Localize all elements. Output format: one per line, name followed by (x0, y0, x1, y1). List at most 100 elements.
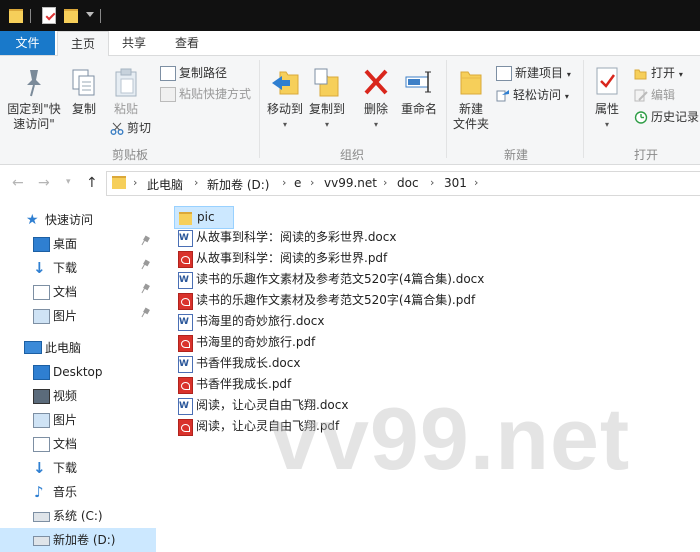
edit-icon (634, 89, 648, 102)
delete-x-icon (361, 66, 391, 98)
nav-item-downloads[interactable]: ↓ 下载 (0, 256, 156, 280)
nav-item-pictures[interactable]: 图片 (0, 304, 156, 328)
open-label: 打开 (651, 66, 676, 80)
tab-file[interactable]: 文件 (0, 31, 55, 55)
copy-to-label: 复制到 (308, 102, 345, 116)
folder-icon[interactable] (9, 9, 23, 23)
new-item-icon (496, 66, 512, 81)
pin-to-quick-access-button[interactable]: 固定到"快 速访问" (4, 68, 64, 132)
nav-item-music[interactable]: ♪ 音乐 (0, 480, 156, 504)
new-folder-icon[interactable] (64, 9, 78, 23)
ribbon-tabs: 文件 主页 共享 查看 (0, 31, 700, 57)
group-divider (583, 60, 584, 158)
folder-icon (179, 212, 192, 225)
chevron-down-icon: ▾ (282, 120, 287, 129)
watermark: vv99.net (270, 389, 631, 488)
pdf-icon (178, 293, 193, 310)
pin-icon (141, 237, 152, 249)
copy-path-button[interactable]: 复制路径 (160, 64, 227, 82)
properties-check-icon[interactable] (42, 7, 56, 24)
pin-icon (141, 285, 152, 297)
properties-button[interactable]: 属性 ▾ (588, 66, 626, 132)
nav-item-drive-d[interactable]: 新加卷 (D:) (0, 528, 156, 552)
new-folder-label-line1: 新建 (458, 102, 483, 116)
new-item-button[interactable]: 新建项目 ▾ (496, 64, 571, 82)
clipboard-group-label: 剪贴板 (111, 148, 148, 162)
tab-home[interactable]: 主页 (57, 31, 109, 57)
music-icon: ♪ (34, 483, 44, 501)
move-to-label: 移动到 (266, 102, 303, 116)
back-arrow-icon[interactable]: ← (12, 175, 24, 191)
move-to-button[interactable]: 移动到 ▾ (264, 66, 306, 132)
word-document-icon (178, 272, 193, 289)
pin-icon (141, 309, 152, 321)
address-bar[interactable]: › 此电脑 › 新加卷 (D:) › e › vv99.net › doc › … (106, 171, 700, 196)
breadcrumb-drive-d[interactable]: 新加卷 (D:) (207, 176, 269, 193)
nav-item-documents[interactable]: 文档 (0, 432, 156, 456)
pin-label-line1: 固定到"快 (7, 102, 61, 116)
breadcrumb-separator: › (282, 176, 287, 189)
paste-shortcut-button[interactable]: 粘贴快捷方式 (160, 85, 251, 103)
nav-item-label: 文档 (53, 437, 78, 451)
breadcrumb-separator: › (383, 176, 388, 189)
nav-this-pc-label: 此电脑 (45, 341, 82, 355)
new-folder-label-line2: 文件夹 (452, 117, 489, 131)
new-folder-button[interactable]: 新建 文件夹 (450, 66, 492, 132)
nav-item-videos[interactable]: 视频 (0, 384, 156, 408)
easy-access-button[interactable]: 轻松访问 ▾ (496, 86, 569, 104)
nav-item-drive-c[interactable]: 系统 (C:) (0, 504, 156, 528)
copy-icon (71, 68, 97, 98)
nav-quick-access[interactable]: ★ 快速访问 (0, 208, 156, 232)
tab-share[interactable]: 共享 (110, 31, 158, 55)
nav-item-pictures[interactable]: 图片 (0, 408, 156, 432)
nav-item-documents[interactable]: 文档 (0, 280, 156, 304)
forward-arrow-icon[interactable]: → (38, 175, 50, 191)
breadcrumb-doc[interactable]: doc (397, 176, 419, 190)
group-divider (259, 60, 260, 158)
nav-this-pc[interactable]: 此电脑 (0, 336, 156, 360)
drive-icon (33, 512, 50, 522)
copy-to-button[interactable]: 复制到 ▾ (306, 66, 348, 132)
nav-item-desktop[interactable]: 桌面 (0, 232, 156, 256)
open-group-label: 打开 (633, 148, 658, 162)
documents-icon (33, 437, 50, 452)
pdf-icon (178, 419, 193, 436)
desktop-icon (33, 237, 50, 252)
new-group-label: 新建 (503, 148, 528, 162)
cut-label: 剪切 (127, 121, 152, 135)
list-item-folder[interactable]: pic (174, 206, 234, 229)
nav-item-desktop[interactable]: Desktop (0, 360, 156, 384)
documents-icon (33, 285, 50, 300)
customize-dropdown-icon[interactable] (86, 12, 94, 17)
rename-button[interactable]: 重命名 (398, 66, 440, 117)
nav-item-label: 下载 (53, 261, 78, 275)
paste-shortcut-label: 粘贴快捷方式 (179, 87, 252, 101)
history-button[interactable]: 历史记录 (634, 108, 699, 126)
pictures-icon (33, 413, 50, 428)
copy-path-label: 复制路径 (179, 66, 228, 80)
paste-button[interactable]: 粘贴 (106, 68, 146, 117)
nav-item-label: 图片 (53, 413, 78, 427)
cut-button[interactable]: 剪切 (110, 119, 151, 137)
breadcrumb-separator: › (474, 176, 479, 189)
breadcrumb-this-pc[interactable]: 此电脑 (147, 176, 183, 193)
breadcrumb-301[interactable]: 301 (444, 176, 467, 190)
edit-button[interactable]: 编辑 (634, 86, 675, 104)
breadcrumb-vv99[interactable]: vv99.net (324, 176, 377, 190)
breadcrumb-e[interactable]: e (294, 176, 301, 190)
tab-view[interactable]: 查看 (162, 31, 212, 55)
navigation-pane: ★ 快速访问 桌面 ↓ 下载 文档 图片 此电脑 Desktop 视频 图片 文… (0, 203, 156, 552)
copy-button[interactable]: 复制 (66, 68, 102, 117)
scissors-icon (110, 122, 124, 135)
folder-icon (112, 176, 126, 189)
nav-item-label: 音乐 (53, 485, 78, 499)
paste-label: 粘贴 (113, 102, 138, 116)
nav-item-label: 新加卷 (D:) (53, 533, 116, 547)
delete-button[interactable]: 删除 ▾ (358, 66, 394, 132)
open-button[interactable]: 打开 ▾ (634, 64, 683, 82)
recent-locations-chevron-icon[interactable]: ▾ (66, 177, 71, 187)
up-arrow-icon[interactable]: ↑ (86, 175, 98, 191)
paste-shortcut-icon (160, 87, 176, 102)
breadcrumb-separator: › (194, 176, 199, 189)
nav-item-downloads[interactable]: ↓ 下载 (0, 456, 156, 480)
